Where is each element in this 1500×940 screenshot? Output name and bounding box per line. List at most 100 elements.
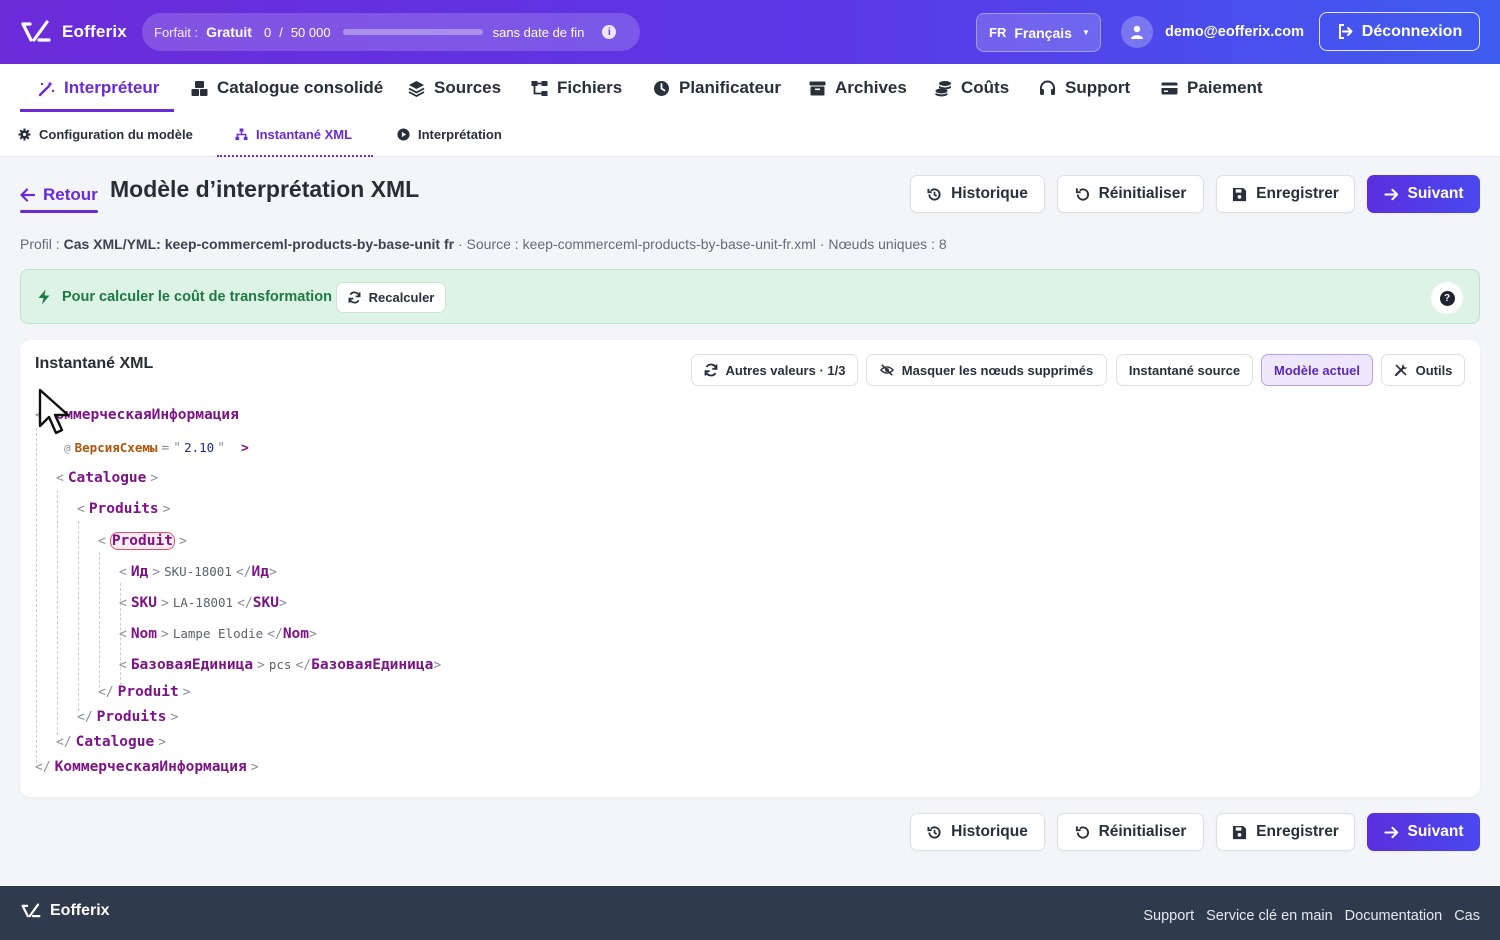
- tag-close-bracket: >: [250, 760, 259, 775]
- nav-label: Catalogue consolidé: [217, 78, 384, 97]
- xml-leaf-nom[interactable]: < Nom > Lampe Elodie </ Nom >: [119, 626, 321, 642]
- tag-close-bracket: >: [162, 502, 171, 517]
- xml-node-catalogue-close[interactable]: </ Catalogue >: [56, 734, 170, 750]
- indent-guide: [36, 428, 37, 763]
- tag-close-bracket: >: [152, 565, 161, 580]
- xml-text-value: SKU-18001: [164, 564, 232, 579]
- equals-sign: =: [161, 441, 170, 456]
- xml-tree: < КоммерческаяИнформация @ ВерсияСхемы =…: [20, 340, 1480, 797]
- nav-item-support[interactable]: Support: [1039, 64, 1130, 112]
- plan-usage: Forfait : Gratuit 0 / 50 000 sans date d…: [142, 13, 640, 51]
- save-button[interactable]: Enregistrer: [1216, 175, 1355, 213]
- user-menu[interactable]: demo@eofferix.com: [1121, 16, 1304, 48]
- user-avatar-icon: [1121, 16, 1153, 48]
- xml-node-produit-close[interactable]: </ Produit >: [98, 684, 195, 700]
- history-button-bottom[interactable]: Historique: [910, 813, 1045, 851]
- xml-tag-name: Nom: [130, 626, 158, 642]
- question-icon: ?: [1439, 290, 1455, 306]
- tag-open-bracket: <: [119, 627, 127, 642]
- nav-label: Sources: [434, 78, 502, 97]
- tag-close-bracket: >: [161, 596, 169, 611]
- tag-close-bracket: >: [150, 471, 159, 486]
- tag-open-bracket: <: [119, 565, 127, 580]
- archive-icon: [809, 81, 826, 95]
- subnav-item-instantane-xml[interactable]: Instantané XML: [217, 112, 373, 157]
- nav-label: Planificateur: [679, 78, 782, 97]
- next-button[interactable]: Suivant: [1367, 175, 1480, 213]
- info-icon[interactable]: i: [602, 25, 617, 39]
- sitemap-icon: [531, 80, 548, 96]
- profile-value: Cas XML/YML: keep-commerceml-products-by…: [63, 236, 455, 252]
- footer-link-turnkey-service[interactable]: Service clé en main: [1206, 908, 1333, 924]
- tag-close-bracket: >: [433, 658, 442, 673]
- undo-icon: [1075, 825, 1089, 839]
- recalculate-label: Recalculer: [368, 290, 435, 305]
- nav-item-sources[interactable]: Sources: [408, 64, 501, 112]
- plan-validity: sans date de fin: [492, 24, 585, 40]
- footer-link-cases[interactable]: Cas: [1454, 908, 1480, 924]
- xml-tag-name: Produit: [117, 684, 179, 700]
- plan-label: Forfait :: [154, 24, 199, 40]
- nav-item-planificateur[interactable]: Planificateur: [653, 64, 781, 112]
- nodes-label: · Nœuds uniques :: [819, 236, 935, 252]
- history-label: Historique: [951, 823, 1028, 840]
- nav-item-catalogue[interactable]: Catalogue consolidé: [191, 64, 383, 112]
- xml-leaf-base-unit[interactable]: < БазоваяЕдиница > pcs </ БазоваяЕдиница…: [119, 657, 445, 673]
- xml-text-value: Lampe Elodie: [172, 626, 264, 641]
- footer-link-support[interactable]: Support: [1143, 908, 1194, 924]
- logo-icon: [21, 903, 41, 918]
- logout-icon: [1338, 24, 1353, 39]
- tag-open-bracket: <: [119, 596, 127, 611]
- recalculate-button[interactable]: Recalculer: [336, 282, 446, 313]
- save-icon: [1233, 187, 1247, 201]
- xml-node-catalogue-open[interactable]: < Catalogue >: [56, 470, 162, 486]
- xml-tag-name: БазоваяЕдиница: [311, 657, 434, 673]
- tag-close-bracket: >: [170, 710, 179, 725]
- xml-node-produits-close[interactable]: </ Produits >: [77, 709, 182, 725]
- play-circle-icon: [397, 128, 410, 141]
- subnav-item-configuration[interactable]: Configuration du modèle: [18, 112, 193, 157]
- xml-tag-name: Produits: [88, 501, 159, 517]
- history-button[interactable]: Historique: [910, 175, 1045, 213]
- nav-label: Interpréteur: [64, 78, 160, 97]
- tag-close-bracket: >: [268, 565, 277, 580]
- next-button-bottom[interactable]: Suivant: [1367, 813, 1480, 851]
- xml-root-attribute[interactable]: @ ВерсияСхемы = " 2.10 " >: [64, 440, 253, 456]
- indent-guide: [99, 552, 100, 688]
- xml-text-value: pcs: [268, 657, 292, 672]
- xml-node-produits-open[interactable]: < Produits >: [77, 501, 175, 517]
- xml-tag-name: Ид: [130, 564, 149, 580]
- nav-item-interpreteur[interactable]: Interpréteur: [20, 64, 174, 112]
- nav-item-fichiers[interactable]: Fichiers: [531, 64, 622, 112]
- tag-end-open: </: [77, 710, 93, 725]
- tag-close-bracket: >: [309, 627, 317, 642]
- app-logo[interactable]: Eofferix: [20, 18, 127, 46]
- footer-link-documentation[interactable]: Documentation: [1345, 908, 1443, 924]
- back-link[interactable]: Retour: [20, 178, 98, 213]
- tag-end-open: </: [295, 658, 312, 673]
- xml-node-produit-open[interactable]: < Produit >: [98, 532, 191, 550]
- nav-item-archives[interactable]: Archives: [809, 64, 907, 112]
- xml-tag-name: Ид: [251, 564, 269, 580]
- xml-leaf-id[interactable]: < Ид > SKU-18001 </ Ид >: [119, 564, 281, 580]
- headset-icon: [1040, 80, 1055, 95]
- xml-snapshot-card: Instantané XML Autres valeurs · 1/3 Masq…: [20, 340, 1480, 797]
- reset-button[interactable]: Réinitialiser: [1057, 175, 1204, 213]
- footer-links: Support Service clé en main Documentatio…: [1143, 908, 1480, 924]
- xml-node-root-close[interactable]: </ КоммерческаяИнформация >: [35, 759, 263, 775]
- reset-button-bottom[interactable]: Réinitialiser: [1057, 813, 1204, 851]
- tag-close-bracket: >: [161, 627, 169, 642]
- footer-logo[interactable]: Eofferix: [20, 902, 110, 920]
- xml-leaf-sku[interactable]: < SKU > LA-18001 </ SKU >: [119, 595, 291, 611]
- nav-label: Fichiers: [557, 78, 623, 97]
- help-button[interactable]: ?: [1431, 282, 1463, 314]
- nav-item-couts[interactable]: Coûts: [935, 64, 1009, 112]
- tag-close-bracket: >: [182, 685, 191, 700]
- language-selector[interactable]: FR Français ▼: [976, 13, 1101, 52]
- nav-item-paiement[interactable]: Paiement: [1161, 64, 1263, 112]
- subnav-label: Interprétation: [418, 127, 502, 142]
- save-button-bottom[interactable]: Enregistrer: [1216, 813, 1355, 851]
- subnav-item-interpretation[interactable]: Interprétation: [397, 112, 502, 157]
- logout-button[interactable]: Déconnexion: [1319, 12, 1480, 51]
- page-title: Modèle d’interprétation XML: [110, 176, 420, 202]
